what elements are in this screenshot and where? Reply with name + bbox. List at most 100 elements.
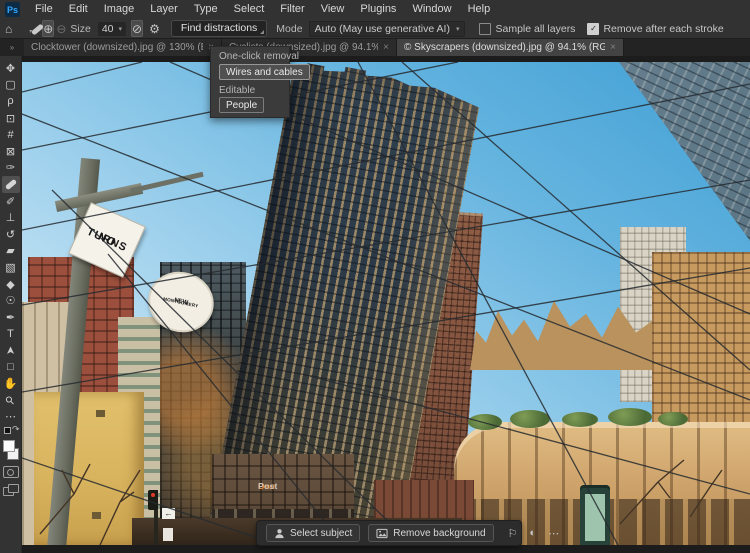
edit-toolbar[interactable]: ⋯: [2, 408, 20, 425]
document-tab-3[interactable]: © Skyscrapers (downsized).jpg @ 94.1% (R…: [397, 39, 624, 56]
move-tool-icon: ✥: [6, 62, 15, 75]
default-colors-widget[interactable]: ↷: [2, 425, 20, 437]
select-subject-button[interactable]: Select subject: [266, 524, 360, 542]
screen-mode-button[interactable]: [3, 484, 19, 496]
lasso-tool-icon: ρ: [7, 95, 13, 107]
adjustments-icon[interactable]: ◐: [529, 527, 536, 539]
rectangle-tool[interactable]: □: [2, 359, 20, 376]
brush-settings-gear-icon[interactable]: ⚙: [144, 23, 165, 35]
find-distractions-button[interactable]: Find distractions: [171, 20, 267, 37]
tab-title: Clocktower (downsized).jpg @ 130% (Backg…: [31, 42, 203, 53]
select-subject-label: Select subject: [290, 528, 352, 539]
color-swatches[interactable]: [2, 440, 20, 460]
menu-item-plugins[interactable]: Plugins: [352, 0, 404, 19]
menu-item-filter[interactable]: Filter: [272, 0, 312, 19]
move-tool[interactable]: ✥: [2, 60, 20, 77]
dodge-tool-icon: ☉: [6, 294, 16, 307]
swap-colors-icon[interactable]: ↷: [12, 424, 20, 435]
foreground-color-swatch[interactable]: [3, 440, 15, 452]
hand-tool-icon: ✋: [4, 377, 18, 390]
checkbox-label: Sample all layers: [495, 23, 575, 35]
document-tab-1[interactable]: Clocktower (downsized).jpg @ 130% (Backg…: [24, 39, 222, 56]
menu-item-layer[interactable]: Layer: [142, 0, 186, 19]
remove-after-each-stroke-checkbox[interactable]: ✓ Remove after each stroke: [587, 23, 723, 35]
path-selection-tool-icon: ➤: [4, 346, 17, 355]
mode-dropdown[interactable]: Auto (May use generative AI) ▾: [309, 21, 466, 37]
remove-background-label: Remove background: [393, 528, 485, 539]
zoom-tool[interactable]: ⚲: [2, 392, 20, 409]
frame-tool-icon: ⊠: [6, 145, 15, 158]
blur-tool[interactable]: ◆: [2, 276, 20, 293]
small-street-sign: [163, 528, 173, 541]
transform-flag-icon[interactable]: ⚐: [508, 527, 518, 540]
menu-bar: Ps FileEditImageLayerTypeSelectFilterVie…: [0, 0, 750, 20]
find-distractions-menu: One-click removal Wires and cables Edita…: [210, 46, 290, 118]
add-mode-button[interactable]: ⊕: [42, 20, 54, 37]
sign-arm-thin: [130, 172, 203, 194]
spot-healing-brush-tool[interactable]: [2, 176, 20, 193]
subtract-mode-button[interactable]: ⊖: [56, 21, 66, 36]
tab-overflow-chevron[interactable]: »: [0, 39, 24, 56]
people-option[interactable]: People: [219, 97, 264, 113]
mode-label: Mode: [273, 23, 305, 35]
dodge-tool[interactable]: ☉: [2, 292, 20, 309]
image-icon: [376, 528, 388, 539]
document-canvas[interactable]: OnePost NO TURNS NEW MONTGOMERY ←: [22, 62, 750, 545]
photoshop-logo: Ps: [5, 2, 20, 17]
menu-item-file[interactable]: File: [27, 0, 61, 19]
eyedropper-tool[interactable]: ✑: [2, 160, 20, 177]
wires-and-cables-option[interactable]: Wires and cables: [219, 64, 310, 80]
brush-size-dropdown[interactable]: 40 ▾: [98, 22, 126, 36]
rectangle-tool-icon: □: [7, 361, 14, 373]
more-options-icon[interactable]: ⋯: [548, 527, 559, 540]
menu-item-image[interactable]: Image: [96, 0, 143, 19]
hand-tool[interactable]: ✋: [2, 375, 20, 392]
rectangular-marquee-tool-icon: ▢: [5, 78, 15, 91]
canvas-pasteboard: OnePost NO TURNS NEW MONTGOMERY ←: [22, 56, 750, 553]
menu-item-select[interactable]: Select: [226, 0, 273, 19]
eyedropper-tool-icon: ✑: [6, 161, 15, 174]
lasso-tool[interactable]: ρ: [2, 93, 20, 110]
menu-section-label: Editable: [219, 85, 255, 96]
home-icon[interactable]: ⌂: [0, 23, 17, 35]
brush-angle-button[interactable]: ⊘: [131, 20, 143, 37]
tools-panel: ✥ ▢ ρ ⊡# ⊠ ✑ ✐⊥ ↺▰▧ ◆ ☉ ✒ T ➤ □ ✋ ⚲⋯↷: [0, 56, 22, 553]
menu-item-edit[interactable]: Edit: [61, 0, 96, 19]
menu-item-view[interactable]: View: [313, 0, 353, 19]
arrow-street-sign: ←: [162, 508, 175, 519]
frame-tool[interactable]: ⊠: [2, 143, 20, 160]
menu-item-type[interactable]: Type: [186, 0, 226, 19]
gradient-tool[interactable]: ▧: [2, 259, 20, 276]
default-colors-icon: [4, 427, 11, 434]
menu-item-window[interactable]: Window: [404, 0, 459, 19]
remove-background-button[interactable]: Remove background: [368, 524, 493, 542]
quick-mask-button[interactable]: [3, 466, 19, 478]
roof-greenery: [510, 410, 550, 428]
eraser-tool[interactable]: ▰: [2, 243, 20, 260]
pen-tool[interactable]: ✒: [2, 309, 20, 326]
blur-tool-icon: ◆: [6, 278, 14, 291]
screen-mode-icon: [8, 484, 19, 493]
menu-item-help[interactable]: Help: [460, 0, 499, 19]
sample-all-layers-checkbox[interactable]: Sample all layers: [479, 23, 575, 35]
object-selection-tool[interactable]: ⊡: [2, 110, 20, 127]
type-tool-icon: T: [7, 328, 14, 340]
clone-stamp-tool-icon: ⊥: [6, 211, 16, 224]
wire: [22, 62, 142, 92]
quick-mask-icon: [7, 469, 14, 476]
roof-greenery: [562, 412, 598, 427]
rectangular-marquee-tool[interactable]: ▢: [2, 77, 20, 94]
crop-tool[interactable]: #: [2, 126, 20, 143]
person-icon: [274, 528, 285, 539]
brush-tool[interactable]: ✐: [2, 193, 20, 210]
chevron-down-icon: ▾: [456, 25, 460, 33]
path-selection-tool[interactable]: ➤: [2, 342, 20, 359]
brush-size-value: 40: [102, 23, 114, 35]
history-brush-tool[interactable]: ↺: [2, 226, 20, 243]
clone-stamp-tool[interactable]: ⊥: [2, 209, 20, 226]
close-icon[interactable]: ×: [383, 42, 389, 53]
type-tool[interactable]: T: [2, 326, 20, 343]
roof-greenery: [468, 414, 502, 430]
options-bar: ⌂ ▾ ⊕ ⊖ Size 40 ▾ ⊘ ⚙ Find distractions …: [0, 19, 750, 39]
close-icon[interactable]: ×: [610, 42, 616, 53]
